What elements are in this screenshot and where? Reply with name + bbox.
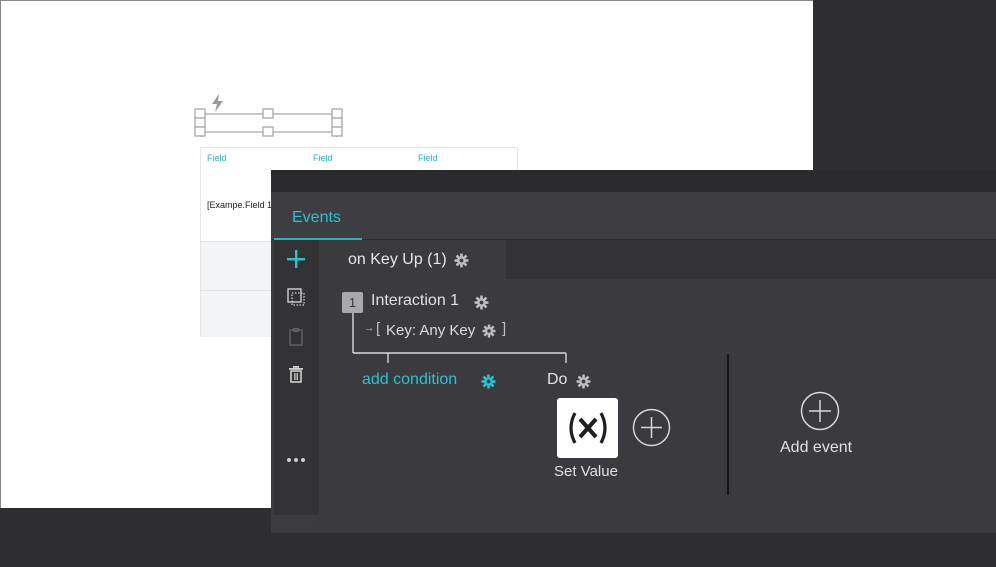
grid-row <box>201 290 272 337</box>
add-action-button[interactable] <box>632 408 671 447</box>
panel-tab-header <box>271 192 996 240</box>
bracket-open: [ <box>376 320 381 337</box>
gear-icon[interactable] <box>482 324 496 338</box>
event-toolbar <box>274 240 319 515</box>
add-event-button[interactable] <box>800 391 840 431</box>
grid-cell: [Exampe.Field 1 <box>207 200 273 210</box>
trigger-label[interactable]: Key: Any Key <box>386 322 475 339</box>
panel-top-bar <box>271 170 996 192</box>
trash-icon <box>289 366 303 383</box>
delete-button[interactable] <box>282 360 310 388</box>
grid-row <box>201 241 272 290</box>
plus-icon <box>287 250 305 268</box>
select-region-button[interactable] <box>282 283 310 311</box>
set-value-icon <box>568 412 607 444</box>
select-region-icon <box>287 288 305 306</box>
action-label: Set Value <box>554 463 618 480</box>
event-editor: on Key Up (1) 1 Interaction 1 → [Key: A… <box>319 240 996 533</box>
arrow-right-icon: → <box>364 323 374 334</box>
event-tab-label: on Key Up (1) <box>348 251 447 268</box>
do-label: Do <box>547 371 568 388</box>
gear-icon[interactable] <box>576 374 591 389</box>
set-value-action[interactable] <box>557 398 618 458</box>
gear-icon[interactable] <box>481 374 496 389</box>
gear-icon[interactable] <box>474 295 489 310</box>
tab-on-key-up[interactable]: on Key Up (1) <box>319 240 506 279</box>
more-icon <box>287 458 305 462</box>
clipboard-icon <box>289 328 303 346</box>
add-condition-link[interactable]: add condition <box>362 371 457 389</box>
tab-events-label: Events <box>292 209 341 226</box>
interaction-name[interactable]: Interaction 1 <box>371 292 459 310</box>
divider <box>727 354 729 495</box>
column-header: Field <box>418 153 438 163</box>
column-header: Field <box>207 153 227 163</box>
column-header: Field <box>313 153 333 163</box>
selection-handles[interactable] <box>193 107 345 139</box>
gear-icon[interactable] <box>454 253 469 268</box>
more-button[interactable] <box>282 446 310 474</box>
bracket-close: ] <box>502 320 507 337</box>
tab-events[interactable]: Events <box>274 192 362 240</box>
paste-button[interactable] <box>282 322 310 350</box>
add-button[interactable] <box>282 245 310 273</box>
events-panel: Events on Key Up (1) 1 Interaction 1 → [… <box>271 170 996 533</box>
interaction-number-badge: 1 <box>342 292 363 313</box>
add-event-label[interactable]: Add event <box>780 439 852 457</box>
